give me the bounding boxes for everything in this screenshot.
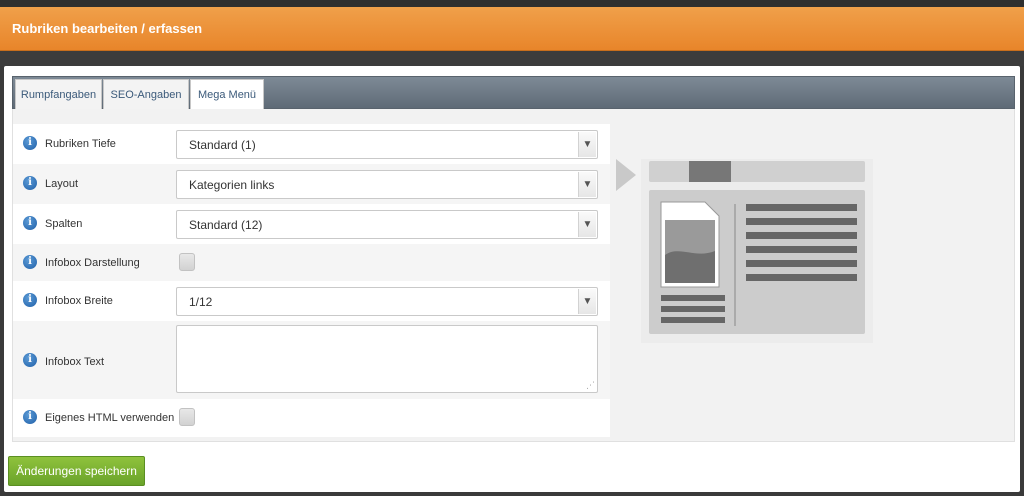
top-strip [0, 0, 1024, 7]
form-panel: Rumpfangaben SEO-Angaben Mega Menü i Rub… [4, 66, 1020, 492]
spalten-select[interactable]: Standard (12) ▼ [176, 210, 598, 239]
infobox-breite-label: Infobox Breite [45, 295, 113, 307]
info-icon[interactable]: i [23, 293, 37, 307]
row-layout: i Layout Kategorien links ▼ [13, 164, 610, 204]
separator-band [0, 51, 1024, 66]
infobox-text-label: Infobox Text [45, 356, 105, 368]
tab-label: Mega Menü [197, 89, 257, 101]
chevron-down-icon: ▼ [578, 212, 596, 237]
tab-seo-angaben[interactable]: SEO-Angaben [103, 79, 189, 110]
layout-preview-illustration [616, 159, 873, 343]
info-icon[interactable]: i [23, 136, 37, 150]
infobox-darstellung-checkbox[interactable] [179, 253, 195, 271]
infobox-breite-select[interactable]: 1/12 ▼ [176, 287, 598, 316]
rubriken-tiefe-label: Rubriken Tiefe [45, 138, 116, 150]
spalten-label: Spalten [45, 218, 83, 230]
select-value: Kategorien links [189, 178, 275, 192]
info-icon[interactable]: i [23, 176, 37, 190]
row-infobox-darstellung: i Infobox Darstellung [13, 244, 610, 281]
tab-label: SEO-Angaben [110, 89, 182, 101]
tab-mega-menu[interactable]: Mega Menü [190, 79, 264, 111]
info-icon[interactable]: i [23, 353, 37, 367]
arrow-pointer-icon [616, 159, 636, 191]
rubriken-tiefe-select[interactable]: Standard (1) ▼ [176, 130, 598, 159]
chevron-down-icon: ▼ [578, 289, 596, 314]
row-infobox-text: i Infobox Text ⋰ [13, 321, 610, 399]
title-bar: Rubriken bearbeiten / erfassen [0, 7, 1024, 51]
row-infobox-breite: i Infobox Breite 1/12 ▼ [13, 281, 610, 321]
select-value: Standard (1) [189, 138, 256, 152]
save-button[interactable]: Änderungen speichern [8, 456, 145, 486]
tab-label: Rumpfangaben [20, 89, 97, 101]
resize-grip-icon[interactable]: ⋰ [586, 380, 595, 391]
info-icon[interactable]: i [23, 216, 37, 230]
select-value: Standard (12) [189, 218, 263, 232]
tab-bar: Rumpfangaben SEO-Angaben Mega Menü [12, 76, 1015, 111]
layout-label: Layout [45, 178, 79, 190]
row-eigenes-html: i Eigenes HTML verwenden [13, 399, 610, 437]
layout-select[interactable]: Kategorien links ▼ [176, 170, 598, 199]
row-spalten: i Spalten Standard (12) ▼ [13, 204, 610, 244]
info-icon[interactable]: i [23, 410, 37, 424]
infobox-text-textarea[interactable]: ⋰ [176, 325, 598, 393]
select-value: 1/12 [189, 295, 213, 309]
page-title: Rubriken bearbeiten / erfassen [12, 21, 203, 36]
row-rubriken-tiefe: i Rubriken Tiefe Standard (1) ▼ [13, 124, 610, 164]
infobox-darstellung-label: Infobox Darstellung [45, 257, 140, 269]
tab-rumpfangaben[interactable]: Rumpfangaben [15, 79, 102, 110]
chevron-down-icon: ▼ [578, 132, 596, 157]
eigenes-html-checkbox[interactable] [179, 408, 195, 426]
chevron-down-icon: ▼ [578, 172, 596, 197]
tab-content: i Rubriken Tiefe Standard (1) ▼ i Layout… [12, 109, 1015, 442]
eigenes-html-label: Eigenes HTML verwenden [45, 412, 175, 424]
save-button-label: Änderungen speichern [16, 464, 137, 478]
info-icon[interactable]: i [23, 255, 37, 269]
